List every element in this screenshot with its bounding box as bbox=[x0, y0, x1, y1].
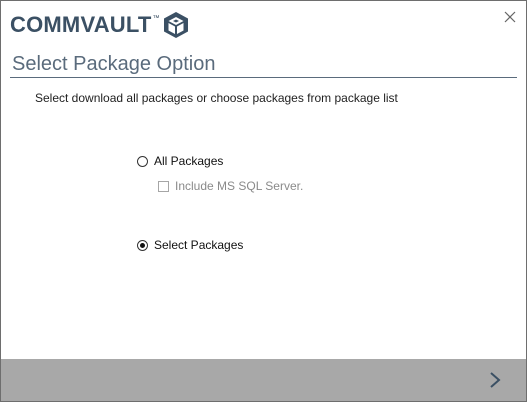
cube-logo-icon bbox=[163, 12, 188, 38]
title-divider bbox=[10, 77, 517, 78]
all-packages-radio[interactable] bbox=[137, 155, 148, 167]
chevron-right-icon[interactable] bbox=[488, 371, 502, 389]
page-title: Select Package Option bbox=[12, 53, 216, 75]
include-sql-option[interactable]: Include MS SQL Server. bbox=[158, 179, 303, 193]
logo-text: COMMVAULT bbox=[10, 12, 152, 37]
include-sql-checkbox[interactable] bbox=[158, 180, 169, 192]
instructions-text: Select download all packages or choose p… bbox=[35, 91, 398, 105]
select-packages-label: Select Packages bbox=[154, 238, 244, 252]
all-packages-label: All Packages bbox=[154, 154, 224, 168]
select-packages-radio[interactable] bbox=[137, 239, 148, 251]
all-packages-option[interactable]: All Packages bbox=[137, 154, 223, 168]
footer-bar bbox=[1, 359, 526, 401]
installer-window: COMMVAULT ™ Select Package Option Select… bbox=[0, 0, 527, 402]
logo-trademark: ™ bbox=[152, 15, 160, 22]
commvault-logo: COMMVAULT ™ bbox=[10, 10, 189, 40]
close-icon[interactable] bbox=[502, 9, 518, 25]
radio-selected-dot bbox=[140, 242, 145, 248]
select-packages-option[interactable]: Select Packages bbox=[137, 238, 243, 252]
include-sql-label: Include MS SQL Server. bbox=[175, 179, 304, 193]
